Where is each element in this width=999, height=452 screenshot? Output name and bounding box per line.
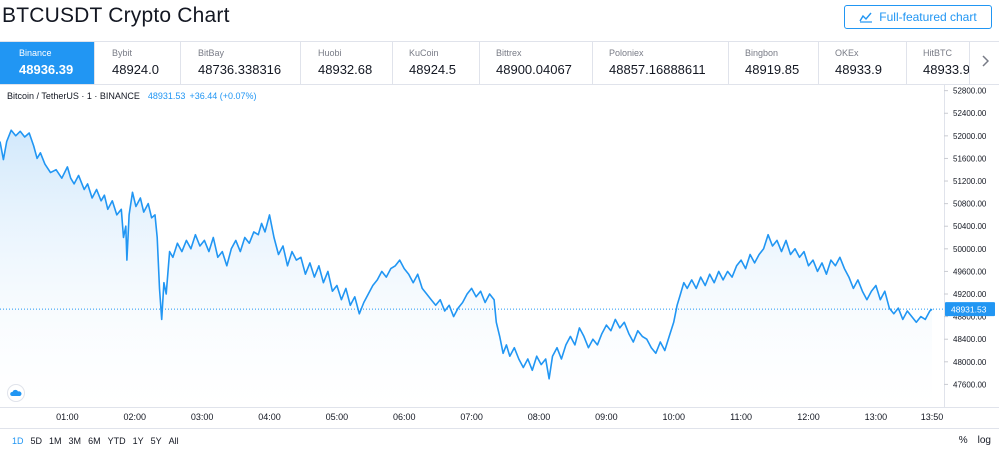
scale-options: % log — [959, 435, 991, 446]
tab-huobi[interactable]: Huobi 48932.68 — [301, 42, 393, 84]
percent-scale-toggle[interactable]: % — [959, 435, 968, 446]
last-price-label: 48931.53 — [951, 305, 987, 315]
range-1m[interactable]: 1M — [49, 436, 67, 446]
x-tick-label: 04:00 — [258, 412, 281, 422]
y-tick-label: 48400.00 — [953, 335, 987, 344]
tab-name: BitBay — [198, 48, 225, 58]
y-tick-label: 52400.00 — [953, 109, 987, 118]
tab-name: Huobi — [318, 48, 342, 58]
range-ytd[interactable]: YTD — [108, 436, 131, 446]
tab-name: Bingbon — [745, 48, 779, 58]
price-chart[interactable]: 47600.0048000.0048400.0048800.0049200.00… — [0, 85, 999, 428]
range-5y[interactable]: 5Y — [151, 436, 167, 446]
tab-price: 48933.9 — [835, 62, 882, 77]
tradingview-logo[interactable] — [7, 384, 25, 402]
tab-price: 48919.85 — [745, 62, 800, 77]
tab-poloniex[interactable]: Poloniex 48857.16888611 — [593, 42, 729, 84]
range-selector: 1D 5D 1M 3M 6M YTD 1Y 5Y All % log — [0, 428, 999, 452]
x-tick-label: 12:00 — [797, 412, 820, 422]
tab-price: 48736.338316 — [198, 62, 282, 77]
x-tick-label: 01:00 — [56, 412, 79, 422]
tab-price: 48857.16888611 — [609, 62, 706, 77]
tab-name: Bittrex — [496, 48, 522, 58]
y-tick-label: 52800.00 — [953, 87, 987, 96]
full-featured-chart-label: Full-featured chart — [879, 10, 977, 24]
tabs-scroll-right-button[interactable] — [969, 42, 999, 84]
x-tick-label: 13:50 — [921, 412, 944, 422]
tab-price: 48924.0 — [112, 62, 159, 77]
x-tick-label: 07:00 — [460, 412, 483, 422]
range-5d[interactable]: 5D — [31, 436, 48, 446]
y-tick-label: 50000.00 — [953, 245, 987, 254]
x-tick-label: 02:00 — [123, 412, 146, 422]
tab-price: 48936.39 — [19, 62, 74, 77]
x-tick-label: 10:00 — [662, 412, 685, 422]
chart-legend: Bitcoin / TetherUS · 1 · BINANCE 48931.5… — [7, 91, 257, 101]
tab-bingbon[interactable]: Bingbon 48919.85 — [729, 42, 819, 84]
cloud-icon — [10, 384, 22, 402]
y-tick-label: 49200.00 — [953, 290, 987, 299]
x-tick-label: 08:00 — [528, 412, 551, 422]
tab-name: Binance — [19, 48, 52, 58]
exchange-tabs: Binance 48936.39 Bybit 48924.0 BitBay 48… — [0, 41, 999, 85]
legend-change: +36.44 (+0.07%) — [189, 91, 257, 101]
range-3m[interactable]: 3M — [69, 436, 87, 446]
tab-bybit[interactable]: Bybit 48924.0 — [95, 42, 181, 84]
range-6m[interactable]: 6M — [88, 436, 106, 446]
x-tick-label: 05:00 — [326, 412, 349, 422]
tab-price: 48900.04067 — [496, 62, 572, 77]
y-tick-label: 49600.00 — [953, 267, 987, 276]
x-tick-label: 11:00 — [730, 412, 752, 422]
range-1y[interactable]: 1Y — [133, 436, 149, 446]
tab-bittrex[interactable]: Bittrex 48900.04067 — [480, 42, 593, 84]
log-scale-toggle[interactable]: log — [978, 435, 991, 446]
range-all[interactable]: All — [169, 436, 184, 446]
y-tick-label: 52000.00 — [953, 132, 987, 141]
tab-okex[interactable]: OKEx 48933.9 — [819, 42, 907, 84]
tab-price: 48932.68 — [318, 62, 373, 77]
y-tick-label: 48000.00 — [953, 358, 987, 367]
x-tick-label: 13:00 — [865, 412, 888, 422]
legend-symbol: Bitcoin / TetherUS · 1 · BINANCE — [7, 91, 140, 101]
full-featured-chart-button[interactable]: Full-featured chart — [844, 5, 992, 29]
tab-name: OKEx — [835, 48, 859, 58]
x-tick-label: 09:00 — [595, 412, 618, 422]
y-tick-label: 51200.00 — [953, 177, 987, 186]
tab-bitbay[interactable]: BitBay 48736.338316 — [181, 42, 301, 84]
price-area-fill — [0, 130, 932, 407]
x-tick-label: 03:00 — [191, 412, 214, 422]
tab-kucoin[interactable]: KuCoin 48924.5 — [393, 42, 480, 84]
tab-name: Poloniex — [609, 48, 644, 58]
chevron-right-icon — [981, 54, 989, 72]
tab-name: KuCoin — [409, 48, 439, 58]
y-tick-label: 50800.00 — [953, 200, 987, 209]
y-tick-label: 47600.00 — [953, 380, 987, 389]
chart-icon — [859, 11, 873, 23]
y-tick-label: 50400.00 — [953, 222, 987, 231]
range-1d[interactable]: 1D — [12, 436, 29, 446]
legend-last-price: 48931.53 — [147, 91, 186, 101]
tab-price: 48924.5 — [409, 62, 456, 77]
page-title: BTCUSDT Crypto Chart — [2, 4, 230, 27]
x-tick-label: 06:00 — [393, 412, 416, 422]
tab-binance[interactable]: Binance 48936.39 — [0, 42, 95, 84]
y-tick-label: 51600.00 — [953, 154, 987, 163]
tab-name: Bybit — [112, 48, 133, 58]
